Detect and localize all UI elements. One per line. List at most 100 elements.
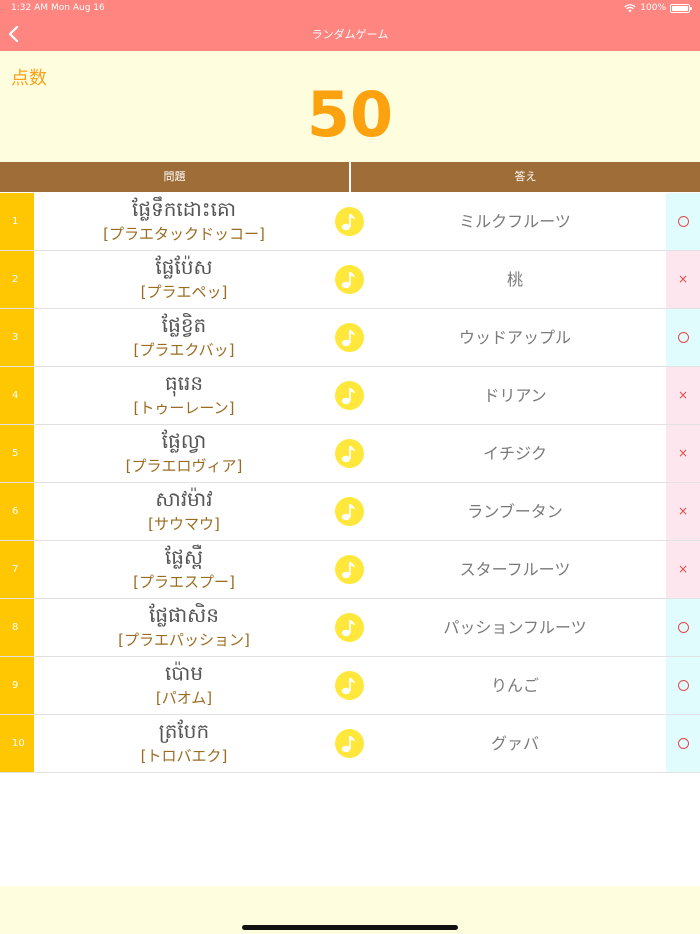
wrong-mark: × xyxy=(666,251,700,308)
page-title: ランダムゲーム xyxy=(311,28,389,41)
answer-text: グァバ xyxy=(490,734,539,753)
play-sound-button[interactable] xyxy=(335,265,364,294)
answer-text: ミルクフルーツ xyxy=(459,212,571,231)
circle-mark-icon xyxy=(677,332,689,343)
question-reading: [プラエロヴィア] xyxy=(125,457,243,475)
wrong-mark: × xyxy=(666,483,700,540)
answer-text: ドリアン xyxy=(483,386,547,405)
status-bar: 1:32 AM Mon Aug 16 100% xyxy=(0,3,700,17)
correct-mark xyxy=(666,715,700,772)
music-note-icon xyxy=(341,272,356,289)
navigation-bar: 1:32 AM Mon Aug 16 100% ランダムゲーム xyxy=(0,0,700,51)
question-reading: [プラエタックドッコー] xyxy=(103,225,265,243)
row-number: 10 xyxy=(0,715,34,772)
table-row: 9 ប៉ោម [パオム] りんご xyxy=(0,657,700,715)
play-sound-button[interactable] xyxy=(335,381,364,410)
score-value: 50 xyxy=(306,78,394,151)
play-sound-button[interactable] xyxy=(335,671,364,700)
correct-mark xyxy=(666,309,700,366)
question-reading: [プラエペッ] xyxy=(140,283,228,301)
correct-mark xyxy=(666,657,700,714)
music-note-icon xyxy=(341,736,356,753)
correct-mark xyxy=(666,599,700,656)
circle-mark-icon xyxy=(677,622,689,633)
answer-text: イチジク xyxy=(482,444,547,463)
row-number: 6 xyxy=(0,483,34,540)
wifi-icon xyxy=(624,3,636,12)
row-number: 8 xyxy=(0,599,34,656)
music-note-icon xyxy=(341,504,356,521)
correct-mark xyxy=(666,193,700,250)
music-note-icon xyxy=(341,388,356,405)
question-khmer: ផ្លែស្ពឺ xyxy=(164,545,204,569)
row-number: 1 xyxy=(0,193,34,250)
wrong-mark: × xyxy=(666,541,700,598)
play-sound-button[interactable] xyxy=(335,729,364,758)
row-number: 4 xyxy=(0,367,34,424)
play-sound-button[interactable] xyxy=(335,207,364,236)
table-row: 4 ធុរេន [トゥーレーン] ドリアン × xyxy=(0,367,700,425)
wrong-mark: × xyxy=(666,425,700,482)
answer-text: ウッドアップル xyxy=(458,328,571,347)
music-note-icon xyxy=(341,678,356,695)
play-sound-button[interactable] xyxy=(335,613,364,642)
question-reading: [プラエパッション] xyxy=(118,631,250,649)
answer-text: パッションフルーツ xyxy=(443,618,587,637)
music-note-icon xyxy=(341,214,356,231)
music-note-icon xyxy=(341,562,356,579)
question-khmer: ផ្លែទឹកដោះគោ xyxy=(131,197,236,221)
row-number: 3 xyxy=(0,309,34,366)
battery-icon xyxy=(670,3,692,13)
table-row: 10 ត្របែក [トロバエク] グァバ xyxy=(0,715,700,773)
question-reading: [プラエクバッ] xyxy=(133,341,235,359)
play-sound-button[interactable] xyxy=(335,323,364,352)
music-note-icon xyxy=(341,330,356,347)
question-reading: [トロバエク] xyxy=(140,747,228,765)
play-sound-button[interactable] xyxy=(335,497,364,526)
row-number: 5 xyxy=(0,425,34,482)
play-sound-button[interactable] xyxy=(335,555,364,584)
circle-mark-icon xyxy=(677,680,689,691)
question-reading: [パオム] xyxy=(155,689,213,707)
play-sound-button[interactable] xyxy=(335,439,364,468)
question-khmer: ផ្លែផាសិន xyxy=(149,603,219,627)
answer-text: りんご xyxy=(490,676,539,695)
music-note-icon xyxy=(341,620,356,637)
table-row: 5 ផ្លែល្វា [プラエロヴィア] イチジク × xyxy=(0,425,700,483)
question-khmer: ធុរេន xyxy=(164,371,204,395)
header-answer: 答え xyxy=(514,170,537,183)
answer-text: スターフルーツ xyxy=(459,560,571,579)
question-reading: [トゥーレーン] xyxy=(133,399,235,417)
circle-mark-icon xyxy=(677,216,689,227)
row-number: 7 xyxy=(0,541,34,598)
question-khmer: សាវម៉ាវ xyxy=(155,487,213,511)
question-khmer: ត្របែក xyxy=(158,719,210,743)
table-row: 2 ផ្លែប៉ែស [プラエペッ] 桃 × xyxy=(0,251,700,309)
table-row: 1 ផ្លែទឹកដោះគោ [プラエタックドッコー] ミルクフルーツ xyxy=(0,193,700,251)
question-khmer: ផ្លែល្វា xyxy=(161,429,207,453)
wrong-mark: × xyxy=(666,367,700,424)
status-right: 100% xyxy=(624,3,692,13)
answer-text: 桃 xyxy=(506,270,523,289)
question-khmer: ផ្លែប៉ែស xyxy=(155,255,213,279)
header-question: 問題 xyxy=(163,170,186,183)
status-date: Mon Aug 16 xyxy=(51,3,105,13)
battery-percent: 100% xyxy=(640,3,666,13)
table-header: 問題 答え xyxy=(0,162,700,192)
answer-text: ランブータン xyxy=(467,502,563,521)
home-indicator xyxy=(242,925,458,930)
circle-mark-icon xyxy=(677,738,689,749)
table-row: 7 ផ្លែស្ពឺ [プラエスプー] スターフルーツ × xyxy=(0,541,700,599)
result-list: 1 ផ្លែទឹកដោះគោ [プラエタックドッコー] ミルクフルーツ 2 ផ្លែប៉ែ… xyxy=(0,193,700,773)
question-khmer: ផ្លែខ្វិត xyxy=(161,313,207,337)
music-note-icon xyxy=(341,446,356,463)
row-number: 9 xyxy=(0,657,34,714)
table-row: 3 ផ្លែខ្វិត [プラエクバッ] ウッドアップル xyxy=(0,309,700,367)
question-khmer: ប៉ោម xyxy=(164,661,204,685)
question-reading: [プラエスプー] xyxy=(133,573,235,591)
table-row: 8 ផ្លែផាសិន [プラエパッション] パッションフルーツ xyxy=(0,599,700,657)
table-row: 6 សាវម៉ាវ [サウマウ] ランブータン × xyxy=(0,483,700,541)
status-time: 1:32 AM xyxy=(11,3,48,13)
question-reading: [サウマウ] xyxy=(148,515,220,533)
row-number: 2 xyxy=(0,251,34,308)
